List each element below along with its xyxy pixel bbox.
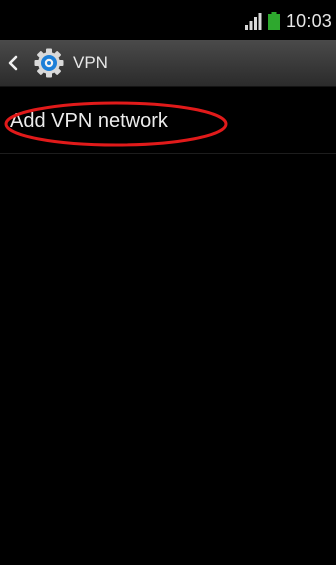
status-icons: 10:03 [244, 11, 332, 31]
settings-gear-icon[interactable] [34, 48, 64, 78]
signal-icon [244, 13, 262, 30]
vpn-list: Add VPN network [0, 88, 336, 154]
status-bar: 10:03 [0, 0, 336, 40]
add-vpn-network-item[interactable]: Add VPN network [0, 88, 336, 154]
status-clock: 10:03 [285, 10, 332, 31]
battery-icon [267, 12, 280, 30]
action-bar: VPN [0, 40, 336, 87]
back-icon[interactable] [6, 55, 20, 71]
add-vpn-network-label: Add VPN network [10, 110, 168, 132]
phone-screen: 10:03 VPN Add VPN network [0, 0, 336, 565]
page-title: VPN [73, 53, 108, 72]
